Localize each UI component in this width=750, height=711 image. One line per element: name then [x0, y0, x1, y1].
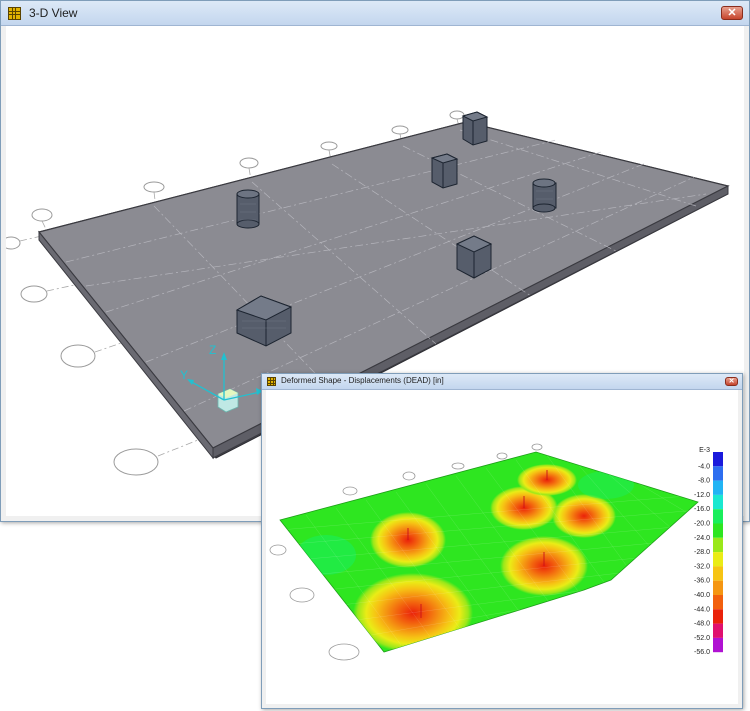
- title-bar[interactable]: 3-D View ✕: [1, 1, 749, 26]
- legend-swatch: [713, 552, 723, 567]
- legend-swatch: [713, 609, 723, 624]
- legend-swatch: [713, 566, 723, 581]
- grid-bubble: [391, 125, 409, 135]
- legend-exponent: E-3: [699, 447, 710, 454]
- legend-label: -12.0: [694, 492, 710, 499]
- legend-label: -40.0: [694, 592, 710, 599]
- close-button[interactable]: ✕: [721, 6, 743, 20]
- grid-bubble: [143, 181, 165, 193]
- grid-bubble: [239, 157, 259, 169]
- grid-bubble: [31, 208, 53, 222]
- legend-swatch: [713, 537, 723, 553]
- title-bar[interactable]: Deformed Shape - Displacements (DEAD) [i…: [262, 374, 742, 390]
- grid-bubble: [6, 236, 21, 250]
- axis-label-z: Z: [209, 343, 216, 357]
- legend-label: -44.0: [694, 606, 710, 613]
- grid-bubble: [496, 452, 508, 460]
- legend-swatch: [713, 494, 723, 510]
- legend-swatch: [713, 466, 723, 481]
- axis-label-y: Y: [180, 368, 188, 382]
- grid-bubble: [20, 285, 48, 303]
- deformed-shape-viewport[interactable]: E-3 -4.0 -8.0 -12.0 -16.0 -20.0 -24.0 -28.0 -32…: [266, 390, 738, 704]
- grid-bubble: [113, 448, 159, 476]
- square-column[interactable]: [461, 111, 489, 146]
- legend-swatch: [713, 637, 723, 653]
- grid-bubble: [320, 141, 338, 151]
- legend-label: -24.0: [694, 535, 710, 542]
- app-grid-icon: [267, 377, 276, 386]
- grid-bubble: [531, 443, 543, 451]
- window-title: 3-D View: [29, 6, 78, 20]
- grid-bubble: [328, 643, 360, 661]
- legend-swatch: [713, 509, 723, 524]
- square-column[interactable]: [455, 235, 493, 279]
- legend-swatch: [713, 523, 723, 538]
- legend-label: -8.0: [698, 478, 710, 485]
- grid-bubble: [342, 486, 358, 496]
- grid-bubble: [60, 344, 96, 368]
- grid-bubble: [289, 587, 315, 603]
- legend-label: -20.0: [694, 521, 710, 528]
- legend-label: -4.0: [698, 463, 710, 470]
- window-title: Deformed Shape - Displacements (DEAD) [i…: [281, 376, 444, 385]
- legend-swatch: [713, 623, 723, 638]
- app-grid-icon: [8, 7, 21, 20]
- legend-label: -36.0: [694, 578, 710, 585]
- grid-bubble: [269, 544, 287, 556]
- deformed-slab[interactable]: [279, 451, 699, 653]
- legend-label: -56.0: [694, 649, 710, 656]
- round-column[interactable]: [532, 178, 557, 213]
- legend-swatch: [713, 595, 723, 610]
- legend-label: -32.0: [694, 563, 710, 570]
- legend-swatch: [713, 480, 723, 495]
- legend-swatch: [713, 580, 723, 595]
- grid-bubble: [449, 110, 465, 120]
- round-column[interactable]: [236, 189, 260, 229]
- square-column[interactable]: [430, 153, 459, 189]
- grid-bubble: [451, 462, 465, 470]
- close-button[interactable]: ✕: [725, 377, 738, 386]
- grid-bubble: [402, 471, 416, 481]
- legend-label: -52.0: [694, 635, 710, 642]
- displacement-legend: E-3 -4.0 -8.0 -12.0 -16.0 -20.0 -24.0 -28.0 -32…: [694, 447, 723, 656]
- window-deformed-shape: Deformed Shape - Displacements (DEAD) [i…: [261, 373, 743, 709]
- legend-label: -28.0: [694, 549, 710, 556]
- legend-label: -48.0: [694, 621, 710, 628]
- legend-label: -16.0: [694, 506, 710, 513]
- legend-swatch: [713, 452, 723, 467]
